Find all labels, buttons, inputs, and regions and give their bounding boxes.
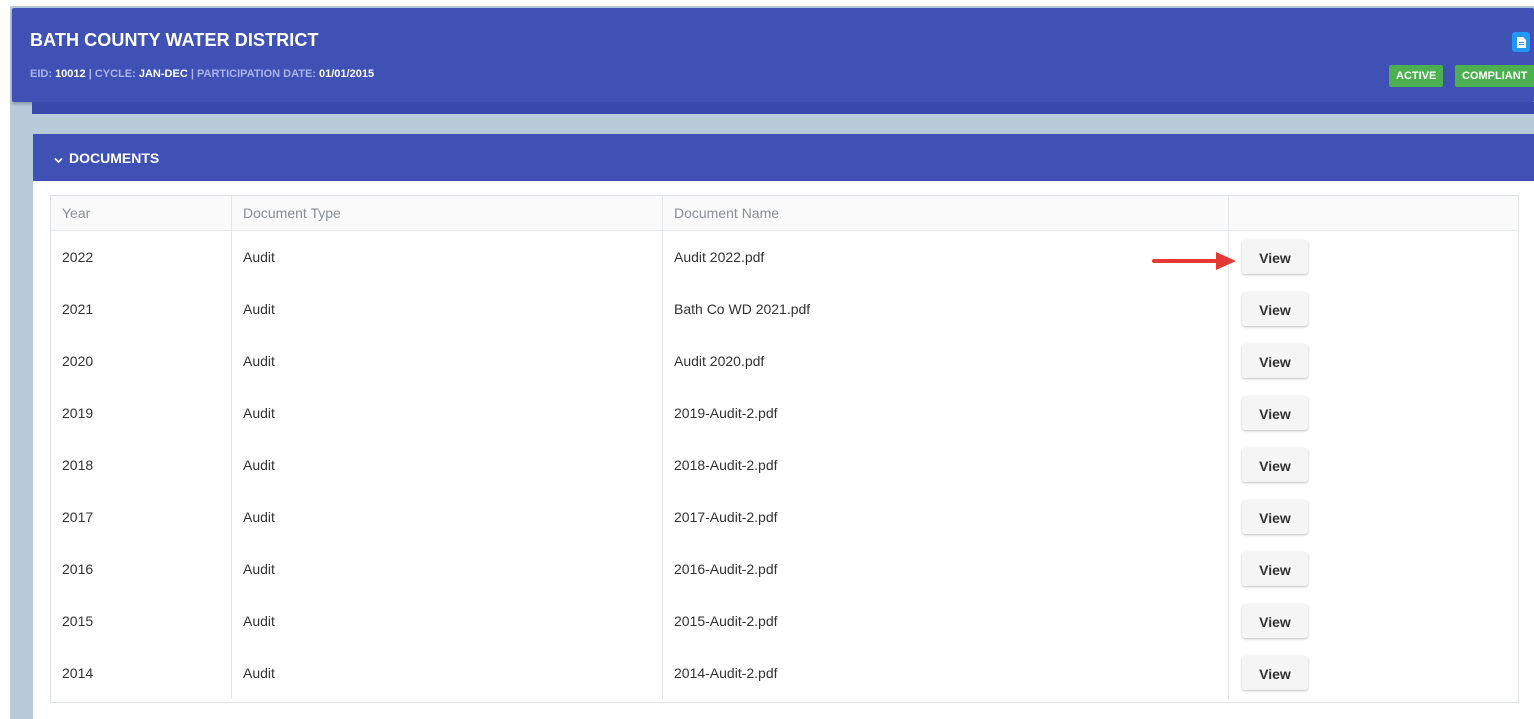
cycle-label: CYCLE: <box>94 68 136 80</box>
document-name-cell: 2017-Audit-2.pdf <box>662 491 1229 543</box>
document-name-cell: Audit 2020.pdf <box>662 335 1229 387</box>
document-name-cell: Audit 2022.pdf <box>662 230 1229 283</box>
entity-meta: EID: 10012 | CYCLE: JAN-DEC | PARTICIPAT… <box>30 68 374 80</box>
eid-label: EID: <box>30 68 52 80</box>
document-icon[interactable] <box>1512 32 1530 52</box>
annotation-arrow-icon <box>1152 252 1236 270</box>
entity-title: BATH COUNTY WATER DISTRICT <box>30 30 319 50</box>
document-name-cell: 2018-Audit-2.pdf <box>662 439 1229 491</box>
table-row: 2016 Audit 2016-Audit-2.pdf View <box>51 543 1518 595</box>
table-row: 2020 Audit Audit 2020.pdf View <box>51 335 1518 387</box>
view-button[interactable]: View <box>1242 240 1308 274</box>
year-cell: 2020 <box>51 335 232 387</box>
status-badge-active: ACTIVE <box>1389 65 1444 87</box>
meta-separator: | <box>190 68 194 80</box>
column-header-year: Year <box>51 196 232 231</box>
documents-table: Year Document Type Document Name 2022 Au… <box>51 196 1518 699</box>
document-type-cell: Audit <box>231 230 663 283</box>
table-header-row: Year Document Type Document Name <box>51 196 1518 231</box>
year-cell: 2022 <box>51 230 232 283</box>
document-type-cell: Audit <box>231 543 663 595</box>
documents-panel-header[interactable]: DOCUMENTS <box>33 134 1534 181</box>
participation-value: 01/01/2015 <box>319 68 375 80</box>
documents-table-container: Year Document Type Document Name 2022 Au… <box>50 195 1519 703</box>
table-row: 2015 Audit 2015-Audit-2.pdf View <box>51 595 1518 647</box>
view-button[interactable]: View <box>1242 500 1308 534</box>
view-button[interactable]: View <box>1242 344 1308 378</box>
chevron-down-icon <box>54 151 63 167</box>
view-button[interactable]: View <box>1242 292 1308 326</box>
view-button[interactable]: View <box>1242 552 1308 586</box>
year-cell: 2021 <box>51 283 232 335</box>
view-button[interactable]: View <box>1242 448 1308 482</box>
year-cell: 2015 <box>51 595 232 647</box>
top-strip <box>0 0 1534 6</box>
table-row: 2019 Audit 2019-Audit-2.pdf View <box>51 387 1518 439</box>
table-row: 2021 Audit Bath Co WD 2021.pdf View <box>51 283 1518 335</box>
document-type-cell: Audit <box>231 491 663 543</box>
document-type-cell: Audit <box>231 387 663 439</box>
eid-value: 10012 <box>55 68 86 80</box>
left-strip <box>0 0 10 719</box>
table-row: 2022 Audit Audit 2022.pdf View <box>51 230 1518 283</box>
document-type-cell: Audit <box>231 335 663 387</box>
table-row: 2014 Audit 2014-Audit-2.pdf View <box>51 647 1518 699</box>
document-name-cell: 2014-Audit-2.pdf <box>662 647 1229 699</box>
document-name-cell: 2016-Audit-2.pdf <box>662 543 1229 595</box>
view-button[interactable]: View <box>1242 396 1308 430</box>
document-type-cell: Audit <box>231 595 663 647</box>
column-header-document-name: Document Name <box>662 196 1229 231</box>
year-cell: 2018 <box>51 439 232 491</box>
document-name-cell: Bath Co WD 2021.pdf <box>662 283 1229 335</box>
meta-separator: | <box>88 68 92 80</box>
column-header-document-type: Document Type <box>231 196 663 231</box>
documents-panel: DOCUMENTS Year Document Type Document Na… <box>33 134 1534 719</box>
cycle-value: JAN-DEC <box>138 68 188 80</box>
view-button[interactable]: View <box>1242 604 1308 638</box>
year-cell: 2017 <box>51 491 232 543</box>
status-badge-compliant: COMPLIANT <box>1455 65 1534 87</box>
documents-panel-title: DOCUMENTS <box>69 150 160 166</box>
participation-label: PARTICIPATION DATE: <box>196 68 316 80</box>
table-row: 2018 Audit 2018-Audit-2.pdf View <box>51 439 1518 491</box>
document-type-cell: Audit <box>231 647 663 699</box>
view-button[interactable]: View <box>1242 656 1308 690</box>
document-name-cell: 2019-Audit-2.pdf <box>662 387 1229 439</box>
document-type-cell: Audit <box>231 439 663 491</box>
column-header-actions <box>1228 196 1518 231</box>
table-row: 2017 Audit 2017-Audit-2.pdf View <box>51 491 1518 543</box>
entity-header: BATH COUNTY WATER DISTRICT EID: 10012 | … <box>12 8 1534 102</box>
year-cell: 2016 <box>51 543 232 595</box>
header-underlay <box>32 102 1534 114</box>
year-cell: 2014 <box>51 647 232 699</box>
year-cell: 2019 <box>51 387 232 439</box>
document-name-cell: 2015-Audit-2.pdf <box>662 595 1229 647</box>
document-type-cell: Audit <box>231 283 663 335</box>
